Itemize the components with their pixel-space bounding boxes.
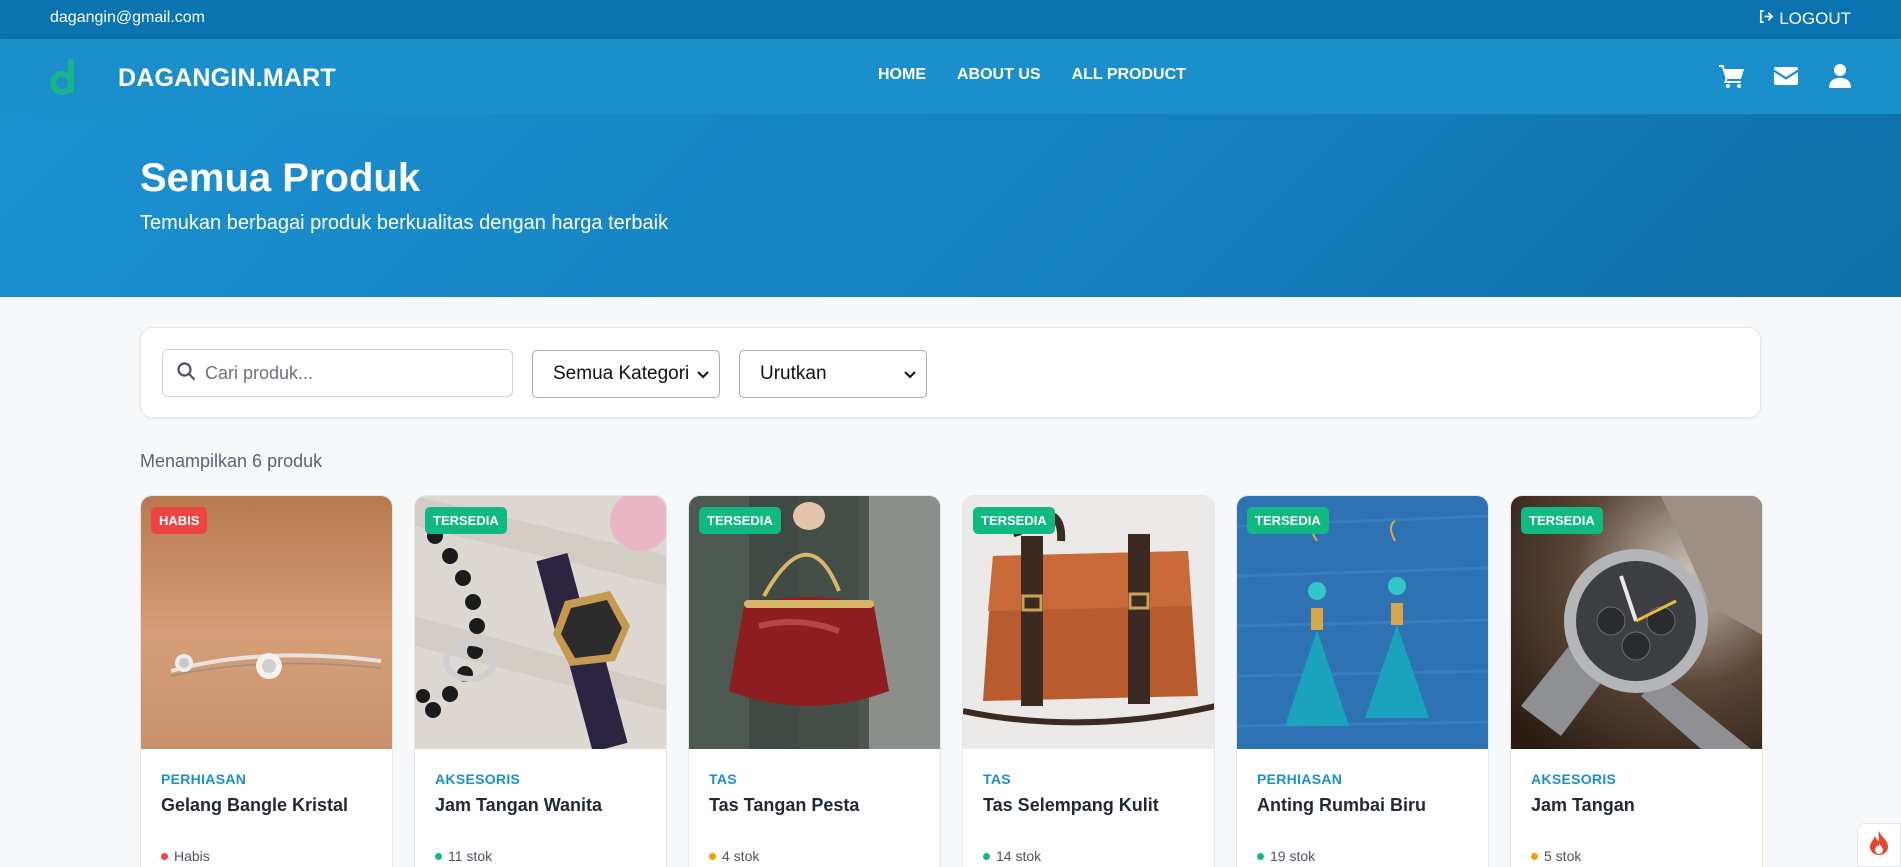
product-category: TAS (709, 771, 737, 787)
product-card[interactable]: TERSEDIA TAS Tas Tangan Pesta 4 stok (688, 495, 941, 867)
stock-indicator: 5 stok (1531, 848, 1581, 864)
category-select[interactable]: Semua Kategori (532, 350, 720, 398)
product-image-party-handbag: TERSEDIA (689, 496, 940, 749)
logout-button[interactable]: LOGOUT (1758, 9, 1851, 29)
product-card[interactable]: TERSEDIA PERHIASAN Anting Rumbai Biru 19… (1236, 495, 1489, 867)
product-name: Jam Tangan (1531, 795, 1635, 815)
search-box (162, 349, 513, 397)
product-card[interactable]: HABIS PERHIASAN Gelang Bangle Kristal Ha… (140, 495, 393, 867)
category-select-value: Semua Kategori (553, 363, 690, 384)
nav-all-product[interactable]: ALL PRODUCT (1072, 66, 1186, 84)
search-icon (177, 361, 196, 385)
product-card[interactable]: TERSEDIA TAS Tas Selempang Kulit 14 stok (962, 495, 1215, 867)
stock-label: 4 stok (722, 848, 760, 864)
stock-indicator: 4 stok (709, 848, 759, 864)
stock-indicator: Habis (161, 848, 210, 864)
product-image-leather-sling-bag: TERSEDIA (963, 496, 1214, 749)
stock-dot (1531, 852, 1538, 860)
product-category: AKSESORIS (435, 771, 521, 787)
product-name: Tas Selempang Kulit (983, 795, 1159, 815)
status-badge: TERSEDIA (973, 507, 1055, 534)
stock-label: Habis (174, 848, 210, 864)
product-name: Gelang Bangle Kristal (161, 795, 349, 815)
top-bar: dagangin@gmail.com LOGOUT (0, 0, 1901, 39)
stock-label: 5 stok (1544, 848, 1582, 864)
nav-icons (1719, 63, 1853, 89)
stock-label: 14 stok (996, 848, 1042, 864)
product-category: PERHIASAN (1257, 771, 1343, 787)
stock-label: 11 stok (448, 848, 493, 864)
product-category: TAS (983, 771, 1011, 787)
page-title: Semua Produk (140, 156, 421, 200)
status-badge: TERSEDIA (699, 507, 781, 534)
nav-about-us[interactable]: ABOUT US (957, 66, 1041, 84)
status-badge: TERSEDIA (425, 507, 507, 534)
product-category: AKSESORIS (1531, 771, 1617, 787)
flame-toolbar-button[interactable] (1857, 823, 1901, 867)
logout-label: LOGOUT (1779, 9, 1851, 28)
product-name: Tas Tangan Pesta (709, 795, 860, 815)
product-name: Jam Tangan Wanita (435, 795, 603, 815)
main-navbar: DAGANGIN.MART HOME ABOUT US ALL PRODUCT (0, 39, 1901, 114)
filter-panel: Semua Kategori Urutkan (140, 327, 1761, 418)
brand-logo-icon (48, 53, 106, 104)
hero-banner: Semua Produk Temukan berbagai produk ber… (0, 114, 1901, 297)
stock-dot (161, 852, 168, 860)
logout-icon (1758, 9, 1774, 29)
status-badge: HABIS (151, 507, 208, 534)
stock-indicator: 11 stok (435, 848, 492, 864)
product-image-watch: TERSEDIA (1511, 496, 1762, 749)
contact-email: dagangin@gmail.com (50, 9, 205, 26)
stock-indicator: 19 stok (1257, 848, 1315, 864)
nav-home[interactable]: HOME (878, 66, 926, 84)
envelope-icon[interactable] (1773, 63, 1799, 89)
cart-icon[interactable] (1719, 63, 1745, 89)
chevron-down-icon (697, 363, 709, 385)
product-card[interactable]: TERSEDIA AKSESORIS Jam Tangan Wanita 11 … (414, 495, 667, 867)
product-card[interactable]: TERSEDIA AKSESORIS Jam Tangan 5 stok (1510, 495, 1763, 867)
status-badge: TERSEDIA (1247, 507, 1329, 534)
stock-dot (435, 852, 442, 860)
stock-label: 19 stok (1270, 848, 1316, 864)
stock-indicator: 14 stok (983, 848, 1041, 864)
brand-logo-link[interactable]: DAGANGIN.MART (48, 53, 336, 104)
stock-dot (1257, 852, 1264, 860)
brand-name: DAGANGIN.MART (118, 64, 336, 92)
product-image-blue-tassel-earrings: TERSEDIA (1237, 496, 1488, 749)
status-badge: TERSEDIA (1521, 507, 1603, 534)
nav-links: HOME ABOUT US ALL PRODUCT (878, 66, 1186, 84)
flame-icon (1869, 830, 1889, 860)
stock-dot (983, 852, 990, 860)
result-count: Menampilkan 6 produk (140, 451, 323, 471)
user-icon[interactable] (1827, 63, 1853, 89)
stock-dot (709, 852, 716, 860)
product-image-bangle: HABIS (141, 496, 392, 749)
product-grid: HABIS PERHIASAN Gelang Bangle Kristal Ha… (140, 495, 1763, 867)
search-input[interactable] (205, 362, 485, 384)
product-image-women-watch: TERSEDIA (415, 496, 666, 753)
chevron-down-icon (904, 363, 916, 385)
sort-select[interactable]: Urutkan (739, 350, 927, 398)
product-name: Anting Rumbai Biru (1257, 795, 1426, 815)
product-category: PERHIASAN (161, 771, 247, 787)
sort-select-value: Urutkan (760, 363, 827, 384)
page-subtitle: Temukan berbagai produk berkualitas deng… (140, 212, 669, 234)
